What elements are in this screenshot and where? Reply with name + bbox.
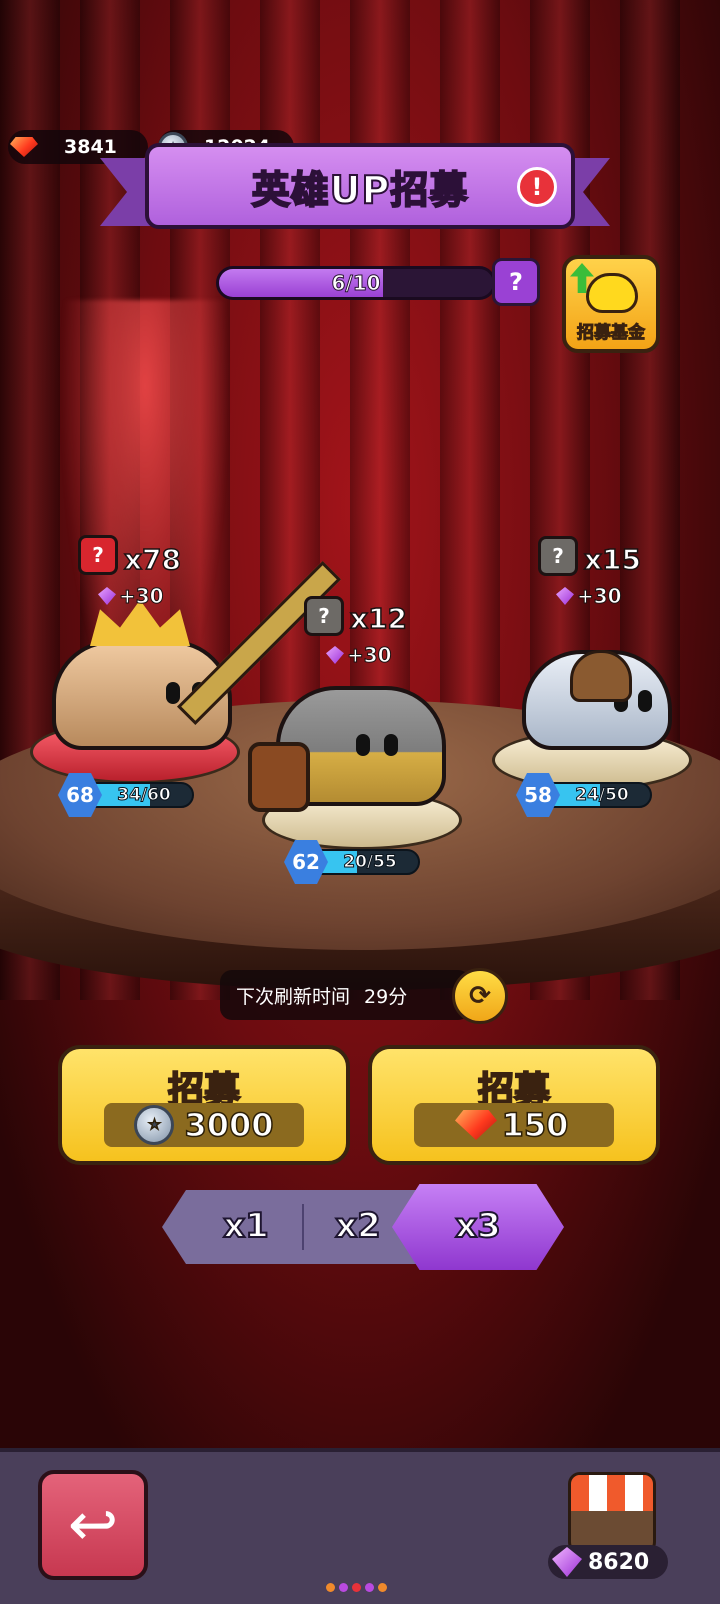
gem-icon [556,587,574,605]
hero-xp-bar: 20/55 [320,849,420,875]
shop-button[interactable] [568,1472,656,1554]
hero-bonus-value: +30 [347,643,393,668]
page-indicator [326,1583,387,1592]
recruit-cost: ★ 3000 [104,1103,304,1147]
level-badge: 58 [516,773,560,817]
title-banner: 英雄UP招募 ! [145,143,575,229]
progress-text: 6/10 [331,271,381,296]
coin-icon: ★ [134,1105,175,1145]
hero-bonus: +30 [556,584,623,609]
shield-icon [248,742,310,812]
hero-xp-bar: 34/60 [94,782,194,808]
recruit-coin-button[interactable]: 招募 ★ 3000 [58,1045,350,1165]
recruit-cost-value: 3000 [184,1105,275,1145]
hero-count: x15 [583,542,642,577]
hero-bonus-value: +30 [119,584,165,609]
page-dot [326,1583,335,1592]
hero-count: x78 [123,542,182,577]
recruit-gem-button[interactable]: 招募 150 [368,1045,660,1165]
multiplier-x3[interactable]: x3 [428,1188,528,1264]
gem-icon [452,1104,500,1146]
page-dot [365,1583,374,1592]
recruit-cost: 150 [414,1103,614,1147]
page-title: 英雄UP招募 [251,167,469,213]
hero-bonus: +30 [326,643,393,668]
rarity-icon: ? [304,596,344,636]
alert-icon[interactable]: ! [517,167,557,207]
gem-icon [326,646,344,664]
gem-icon [98,587,116,605]
hero-level: 68 34/60 [58,773,194,817]
helmet-icon [570,650,632,702]
hero-level: 62 20/55 [284,840,420,884]
multiplier-x1[interactable]: x1 [196,1188,296,1264]
recruit-cost-value: 150 [501,1105,569,1145]
help-button[interactable]: ? [492,258,540,306]
refresh-time: 29分 [364,985,408,1008]
recruit-fund-button[interactable]: 招募基金 [562,255,660,353]
hero-xp-text: 34/60 [117,785,172,806]
rarity-icon: ? [78,535,118,575]
refresh-icon[interactable]: ⟳ [452,968,508,1024]
refresh-label: 下次刷新时间 [236,985,351,1008]
back-arrow-icon: ↩ [67,1490,119,1560]
shop-icon [571,1475,653,1511]
back-button[interactable]: ↩ [38,1470,148,1580]
hero-xp-text: 24/50 [575,785,630,806]
rarity-icon: ? [538,536,578,576]
multiplier-divider [302,1204,304,1250]
gem-amount: 3841 [64,136,117,158]
shop-gem-amount: 8620 [588,1549,650,1575]
shop-gem-counter: 8620 [548,1545,668,1579]
gem-icon [8,133,40,161]
hero-level: 58 24/50 [516,773,652,817]
refresh-timer: 下次刷新时间 29分 [220,970,470,1020]
level-badge: 68 [58,773,102,817]
hero-bonus-value: +30 [577,584,623,609]
hero-count: x12 [349,601,408,636]
multiplier-x2[interactable]: x2 [308,1188,408,1264]
recruit-fund-label: 招募基金 [577,323,646,344]
hero-bonus: +30 [98,584,165,609]
smiley-icon [586,273,638,313]
page-dot [339,1583,348,1592]
hero-xp-bar: 24/50 [552,782,652,808]
level-badge: 62 [284,840,328,884]
recruit-progress-bar: 6/10 [216,266,496,300]
page-dot [352,1583,361,1592]
hero-xp-text: 20/55 [343,852,398,873]
page-dot [378,1583,387,1592]
gem-icon [552,1547,582,1577]
